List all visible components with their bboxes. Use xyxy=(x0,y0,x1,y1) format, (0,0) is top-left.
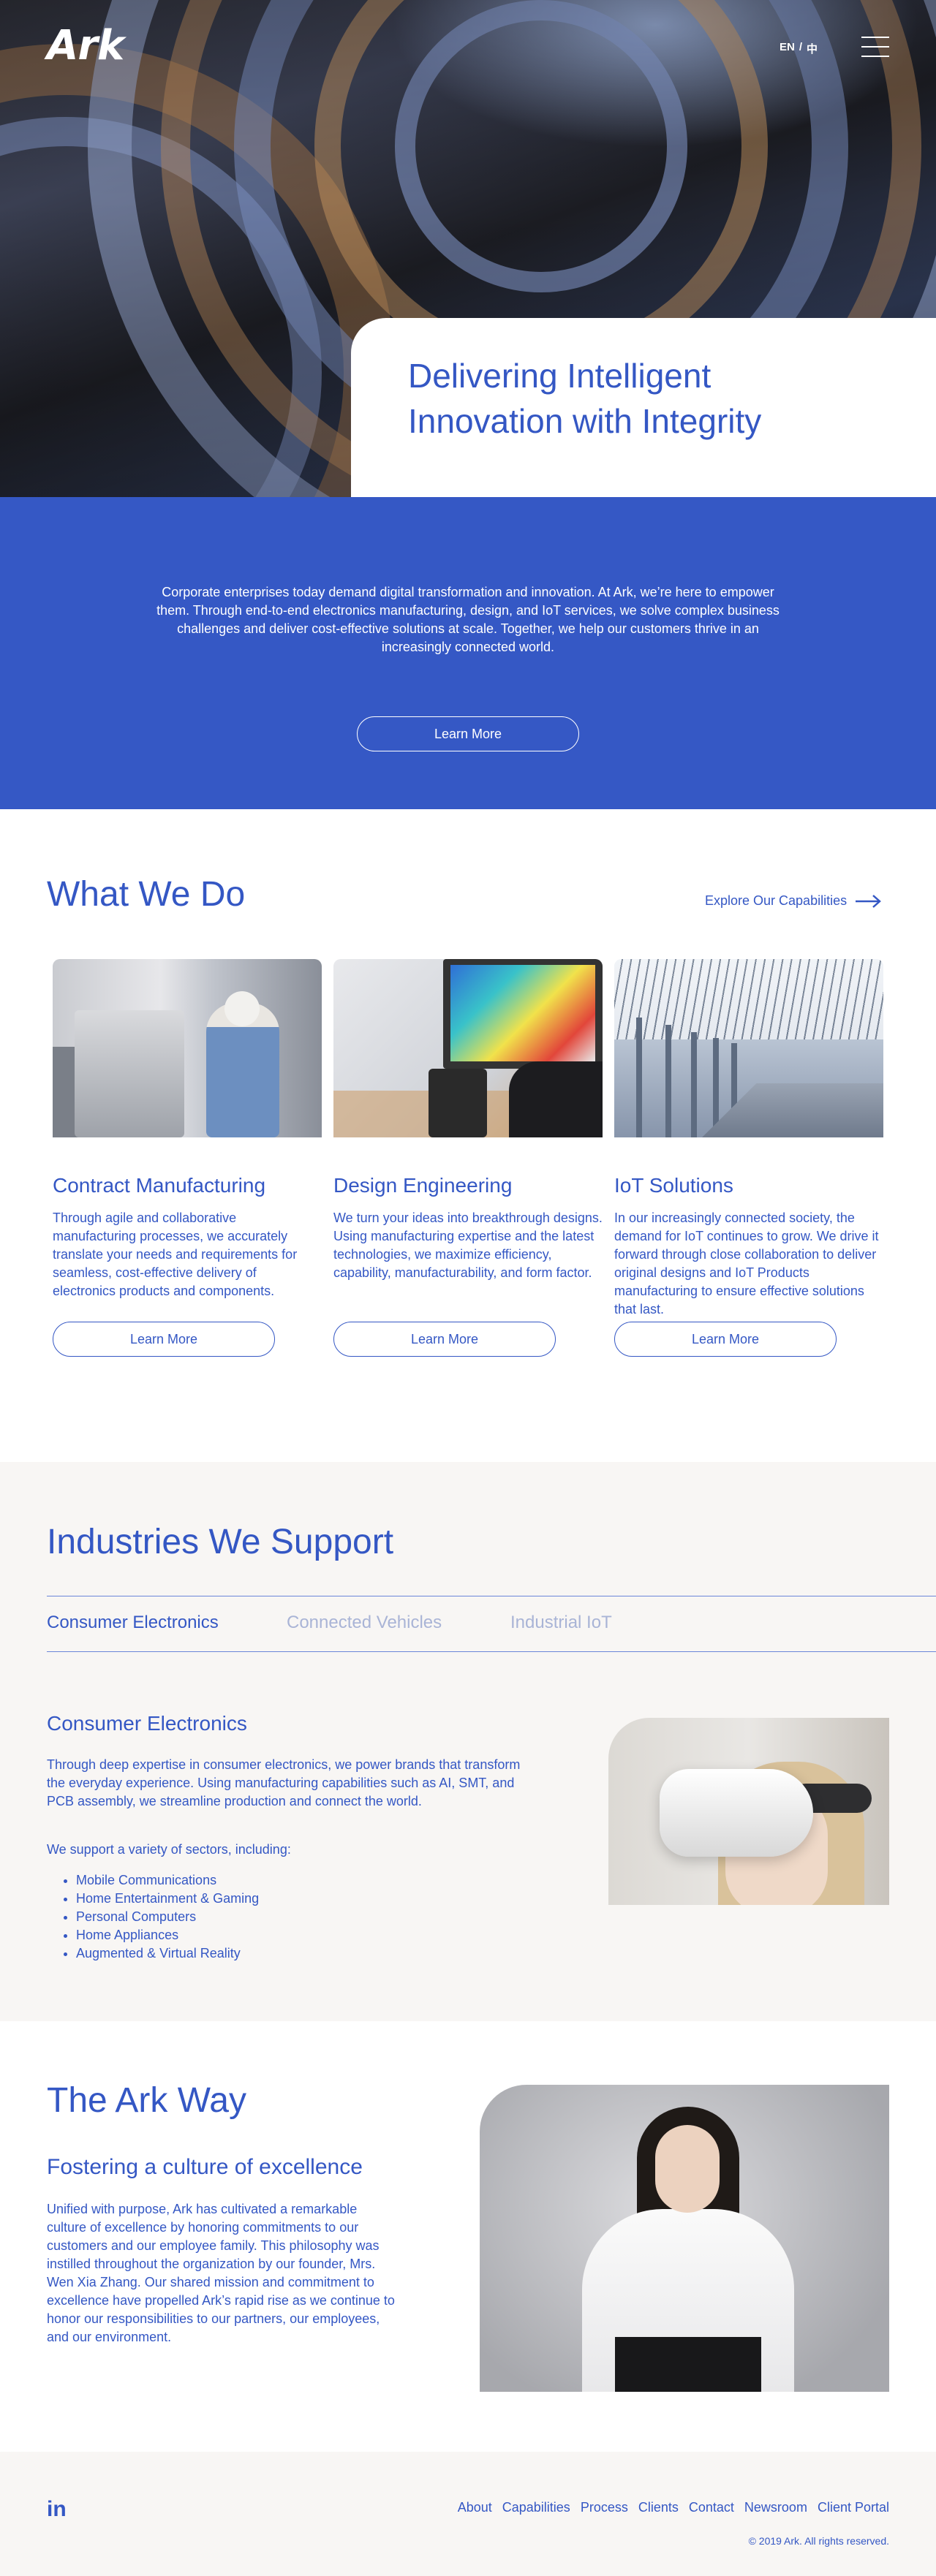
intro-text: Corporate enterprises today demand digit… xyxy=(156,585,780,654)
card-title: Design Engineering xyxy=(333,1174,513,1197)
design-laptop-image xyxy=(333,959,603,1137)
tab-consumer-electronics[interactable]: Consumer Electronics xyxy=(47,1613,219,1633)
footer-link-capabilities[interactable]: Capabilities xyxy=(502,2500,570,2515)
language-switcher: EN / 中 xyxy=(780,41,818,56)
industry-subtitle: Consumer Electronics xyxy=(47,1712,247,1735)
intro-section: Corporate enterprises today demand digit… xyxy=(0,497,936,809)
ark-way-body: Unified with purpose, Ark has cultivated… xyxy=(47,2202,395,2344)
lang-en[interactable]: EN xyxy=(780,41,795,56)
arrow-right-icon xyxy=(856,894,881,908)
list-item: Mobile Communications xyxy=(76,1871,259,1890)
list-item: Home Entertainment & Gaming xyxy=(76,1890,259,1908)
sectors-list: Mobile Communications Home Entertainment… xyxy=(76,1871,259,1963)
card-design-engineering: Design Engineering We turn your ideas in… xyxy=(333,959,603,1357)
hamburger-menu-icon[interactable] xyxy=(861,37,889,57)
card-text: In our increasingly connected society, t… xyxy=(614,1211,879,1317)
tab-connected-vehicles[interactable]: Connected Vehicles xyxy=(287,1613,442,1633)
lang-zh[interactable]: 中 xyxy=(807,41,818,56)
linkedin-icon[interactable]: in xyxy=(47,2497,67,2522)
iot-facility-image xyxy=(614,959,883,1137)
tab-industrial-iot[interactable]: Industrial IoT xyxy=(510,1613,612,1633)
design-engineering-learn-more-button[interactable]: Learn More xyxy=(333,1322,556,1357)
card-title: Contract Manufacturing xyxy=(53,1174,266,1197)
industry-description: Through deep expertise in consumer elect… xyxy=(47,1757,521,1808)
footer-link-process[interactable]: Process xyxy=(581,2500,628,2515)
factory-worker-image xyxy=(53,959,322,1137)
copyright-text: © 2019 Ark. All rights reserved. xyxy=(748,2535,889,2547)
hero-headline-card: Delivering Intelligent Innovation with I… xyxy=(351,318,936,497)
what-we-do-title: What We Do xyxy=(47,875,246,914)
footer-link-newsroom[interactable]: Newsroom xyxy=(744,2500,807,2515)
card-iot-solutions: IoT Solutions In our increasingly connec… xyxy=(614,959,883,1357)
iot-solutions-learn-more-button[interactable]: Learn More xyxy=(614,1322,837,1357)
founder-portrait-image xyxy=(480,2085,889,2392)
card-title: IoT Solutions xyxy=(614,1174,733,1197)
footer-link-about[interactable]: About xyxy=(458,2500,492,2515)
tabs-bottom-divider xyxy=(47,1651,936,1652)
sectors-intro: We support a variety of sectors, includi… xyxy=(47,1842,291,1857)
industries-title: Industries We Support xyxy=(47,1523,394,1561)
card-text: We turn your ideas into breakthrough des… xyxy=(333,1211,603,1280)
footer-nav: About Capabilities Process Clients Conta… xyxy=(458,2500,889,2515)
ark-way-subtitle: Fostering a culture of excellence xyxy=(47,2155,363,2179)
list-item: Home Appliances xyxy=(76,1926,259,1944)
card-text: Through agile and collaborative manufact… xyxy=(53,1211,298,1298)
hero-headline: Delivering Intelligent Innovation with I… xyxy=(408,357,762,440)
explore-capabilities-label: Explore Our Capabilities xyxy=(705,893,848,908)
list-item: Augmented & Virtual Reality xyxy=(76,1944,259,1963)
industries-section: Industries We Support Consumer Electroni… xyxy=(0,1462,936,2021)
card-contract-manufacturing: Contract Manufacturing Through agile and… xyxy=(53,959,322,1357)
footer-link-contact[interactable]: Contact xyxy=(689,2500,734,2515)
explore-capabilities-link[interactable]: Explore Our Capabilities xyxy=(705,893,882,909)
ark-logo[interactable]: Ark xyxy=(47,22,124,69)
intro-learn-more-button[interactable]: Learn More xyxy=(357,716,579,751)
footer-link-client-portal[interactable]: Client Portal xyxy=(818,2500,889,2515)
ark-way-title: The Ark Way xyxy=(47,2081,246,2120)
list-item: Personal Computers xyxy=(76,1908,259,1926)
lang-separator: / xyxy=(799,41,803,53)
vr-headset-image xyxy=(608,1718,889,1905)
contract-manufacturing-learn-more-button[interactable]: Learn More xyxy=(53,1322,275,1357)
footer: in About Capabilities Process Clients Co… xyxy=(0,2452,936,2576)
footer-link-clients[interactable]: Clients xyxy=(638,2500,679,2515)
